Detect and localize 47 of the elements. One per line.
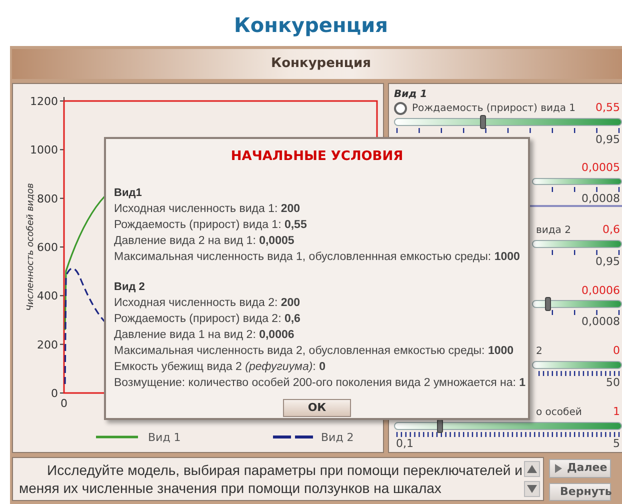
slider-value: 1 bbox=[613, 404, 621, 420]
scale-min: 0,1 bbox=[396, 438, 414, 450]
scale-max: 0,0008 bbox=[582, 316, 620, 328]
axis-tick-label: 800 bbox=[37, 192, 58, 206]
axis-title: Численность особей видов bbox=[26, 183, 36, 311]
slider-label: 2 bbox=[536, 345, 542, 360]
info-line: Исходная численность вида 1: 200 bbox=[114, 202, 300, 216]
slider-label: вида 2 bbox=[536, 224, 571, 238]
slider-value: 0,0006 bbox=[582, 282, 621, 299]
legend-label: Вид 1 bbox=[148, 431, 181, 444]
info-line: Исходная численность вида 2: 200 bbox=[114, 296, 300, 310]
info-line: Давление вида 1 на вид 2: 0,0006 bbox=[114, 328, 294, 342]
slider-value: 0,55 bbox=[596, 100, 621, 116]
axis-tick-label: 200 bbox=[37, 338, 58, 352]
axis-tick-label: 1000 bbox=[30, 144, 58, 157]
slider-label: о особей bbox=[536, 406, 582, 420]
info-line: Емкость убежищ вида 2 (рефугиума): 0 bbox=[114, 360, 326, 374]
slider-value: 0 bbox=[613, 343, 621, 360]
axis-tick-label: 400 bbox=[37, 290, 58, 303]
axis-tick-label: 1200 bbox=[30, 95, 58, 108]
scale-max: 0,95 bbox=[596, 134, 620, 146]
instructions-text: Исследуйте модель, выбирая параметры при помощи переключателей и меняя их численные значения при помощи ползунков на шкалах bbox=[19, 461, 524, 498]
scale-max: 0,0008 bbox=[582, 192, 620, 205]
info-line: Давление вида 2 на вид 1: 0,0005 bbox=[114, 234, 294, 248]
group-title: Вид 1 bbox=[393, 88, 428, 101]
axis-tick-label: 600 bbox=[37, 241, 58, 254]
axis-tick-label: 0 bbox=[51, 387, 58, 400]
slider-value: 0,6 bbox=[602, 222, 621, 238]
page-heading: Конкуренция bbox=[234, 12, 388, 39]
dialog-title: НАЧАЛЬНЫЕ УСЛОВИЯ bbox=[230, 148, 404, 166]
legend-label: Вид 2 bbox=[321, 431, 354, 444]
info-line: Максимальная численность вида 1, обусловленнная емкостью среды: 1000 bbox=[114, 250, 520, 264]
section-heading: Вид1 bbox=[114, 186, 142, 200]
slider-value: 0,0005 bbox=[582, 160, 621, 176]
scale-max: 5 bbox=[613, 438, 620, 450]
ok-button[interactable]: ОК bbox=[283, 398, 351, 416]
section-heading: Вид 2 bbox=[114, 280, 145, 294]
info-line: Рождаемость (прирост) вида 1: 0,55 bbox=[114, 218, 307, 232]
next-button[interactable]: Далее bbox=[549, 459, 611, 478]
axis-tick-label: 0 bbox=[60, 397, 68, 410]
info-line: Рождаемость (прирост) вида 2: 0,6 bbox=[114, 312, 300, 326]
info-line: Возмущение: количество особей 200-ого поколения вида 2 умножается на: 1 bbox=[114, 376, 526, 390]
slider-label: Рождаемость (прирост) вида 1 bbox=[412, 102, 576, 116]
scale-max: 50 bbox=[606, 377, 620, 390]
info-line: Максимальная численность вида 2, обусловленная емкостью среды: 1000 bbox=[114, 344, 514, 358]
window-title: Конкуренция bbox=[12, 49, 622, 79]
scale-max: 0,95 bbox=[596, 256, 620, 268]
